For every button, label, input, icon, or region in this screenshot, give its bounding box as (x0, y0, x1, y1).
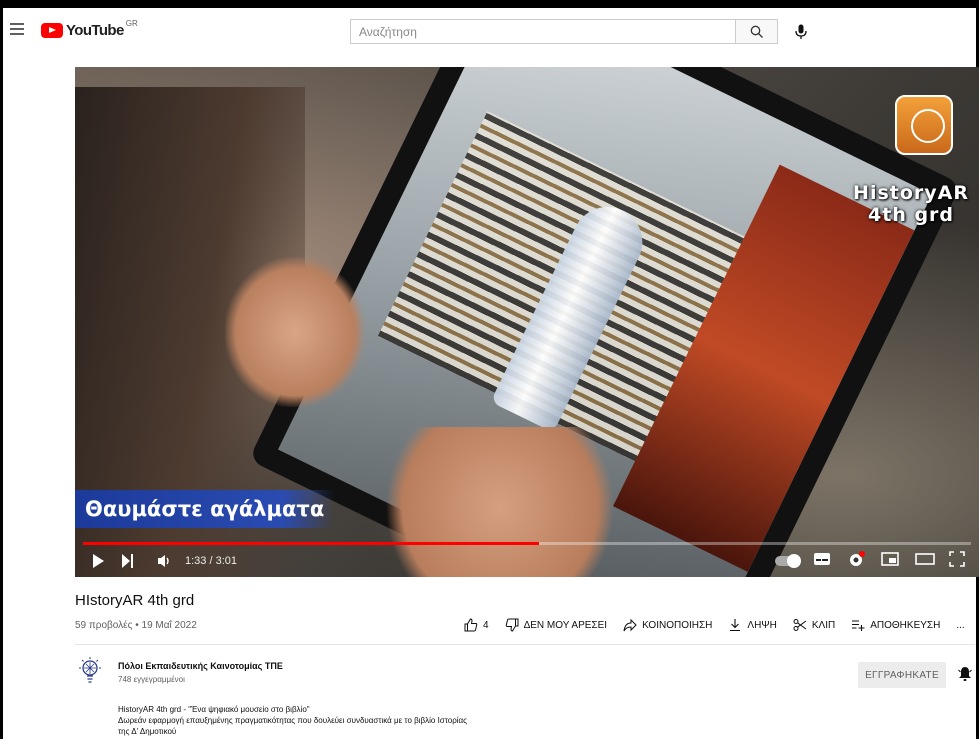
download-label: ΛΗΨΗ (747, 619, 777, 631)
time-display: 1:33 / 3:01 (185, 555, 237, 567)
share-icon (623, 618, 637, 632)
video-caption: Θαυμάστε αγάλματα (75, 490, 335, 528)
volume-icon[interactable] (157, 554, 173, 568)
description-line: της Δ' Δημοτικού (118, 727, 177, 736)
video-title: HIstoryAR 4th grd (75, 592, 195, 609)
thumbs-down-icon (505, 618, 519, 632)
clip-label: ΚΛΙΠ (811, 619, 836, 631)
channel-name[interactable]: Πόλοι Εκπαιδευτικής Καινοτομίας ΤΠΕ (118, 661, 283, 671)
description-line: HistoryAR 4th grd - "Ένα ψηφιακό μουσείο… (118, 705, 310, 714)
autoplay-toggle[interactable] (775, 554, 801, 568)
share-label: ΚΟΙΝΟΠΟΙΗΣΗ (642, 619, 713, 631)
thumbs-up-icon (464, 618, 478, 632)
dislike-label: ΔΕΝ ΜΟΥ ΑΡΕΣΕΙ (523, 619, 608, 631)
share-button[interactable]: ΚΟΙΝΟΠΟΙΗΣΗ (623, 618, 712, 632)
hamburger-menu-icon[interactable] (10, 23, 24, 35)
video-player[interactable]: HistoryAR 4th grd Θαυμάστε αγάλματα 1:33… (75, 67, 979, 577)
player-controls: 1:33 / 3:01 (75, 545, 979, 577)
subtitles-icon[interactable] (813, 551, 833, 571)
miniplayer-icon[interactable] (881, 551, 901, 571)
search-input[interactable] (351, 20, 735, 43)
video-description: HistoryAR 4th grd - "Ένα ψηφιακό μουσείο… (118, 704, 467, 737)
download-icon (730, 619, 741, 632)
subscriber-count: 748 εγγεγραμμένοι (118, 675, 185, 684)
masthead: YouTube GR (3, 8, 976, 56)
description-line: Δωρεάν εφαρμογή επαυξημένης πραγματικότη… (118, 716, 468, 725)
play-icon[interactable] (93, 554, 104, 568)
settings-gear-icon[interactable] (847, 551, 867, 571)
playlist-add-icon (852, 620, 865, 631)
save-label: ΑΠΟΘΗΚΕΥΣΗ (870, 619, 941, 631)
fullscreen-icon[interactable] (949, 551, 969, 571)
next-icon[interactable] (122, 554, 134, 568)
download-button[interactable]: ΛΗΨΗ (728, 618, 777, 632)
video-meta: 59 προβολές • 19 Μαΐ 2022 (75, 620, 197, 631)
more-actions-button[interactable]: ... (956, 620, 964, 631)
video-brand-overlay: HistoryAR 4th grd (853, 182, 969, 226)
clip-button[interactable]: ΚΛΙΠ (793, 618, 835, 632)
save-button[interactable]: ΑΠΟΘΗΚΕΥΣΗ (851, 618, 940, 632)
window-frame-top (0, 0, 979, 8)
search-box (350, 19, 735, 44)
search-icon (750, 25, 763, 38)
dislike-button[interactable]: ΔΕΝ ΜΟΥ ΑΡΕΣΕΙ (505, 618, 608, 632)
youtube-play-icon (41, 23, 63, 38)
action-bar: 4 ΔΕΝ ΜΟΥ ΑΡΕΣΕΙ ΚΟΙΝΟΠΟΙΗΣΗ ΛΗΨΗ ΚΛΙΠ Α… (464, 618, 965, 632)
logo-text: YouTube (66, 22, 124, 39)
subscribed-button[interactable]: ΕΓΓΡΑΦΗΚΑΤΕ (858, 662, 946, 688)
like-count: 4 (483, 619, 489, 631)
theater-mode-icon[interactable] (915, 551, 935, 571)
channel-avatar[interactable] (77, 656, 103, 686)
lightbulb-icon (79, 657, 101, 683)
scissors-icon (793, 619, 807, 631)
historyar-logo-icon (895, 95, 953, 155)
logo-region: GR (125, 19, 138, 28)
window-frame-left (0, 0, 3, 739)
notification-bell-icon[interactable] (958, 666, 972, 682)
youtube-logo[interactable]: YouTube GR (41, 19, 138, 39)
voice-search-button[interactable] (789, 20, 813, 44)
microphone-icon (795, 24, 807, 39)
like-button[interactable]: 4 (464, 618, 489, 632)
search-button[interactable] (735, 19, 778, 44)
divider (75, 644, 975, 645)
